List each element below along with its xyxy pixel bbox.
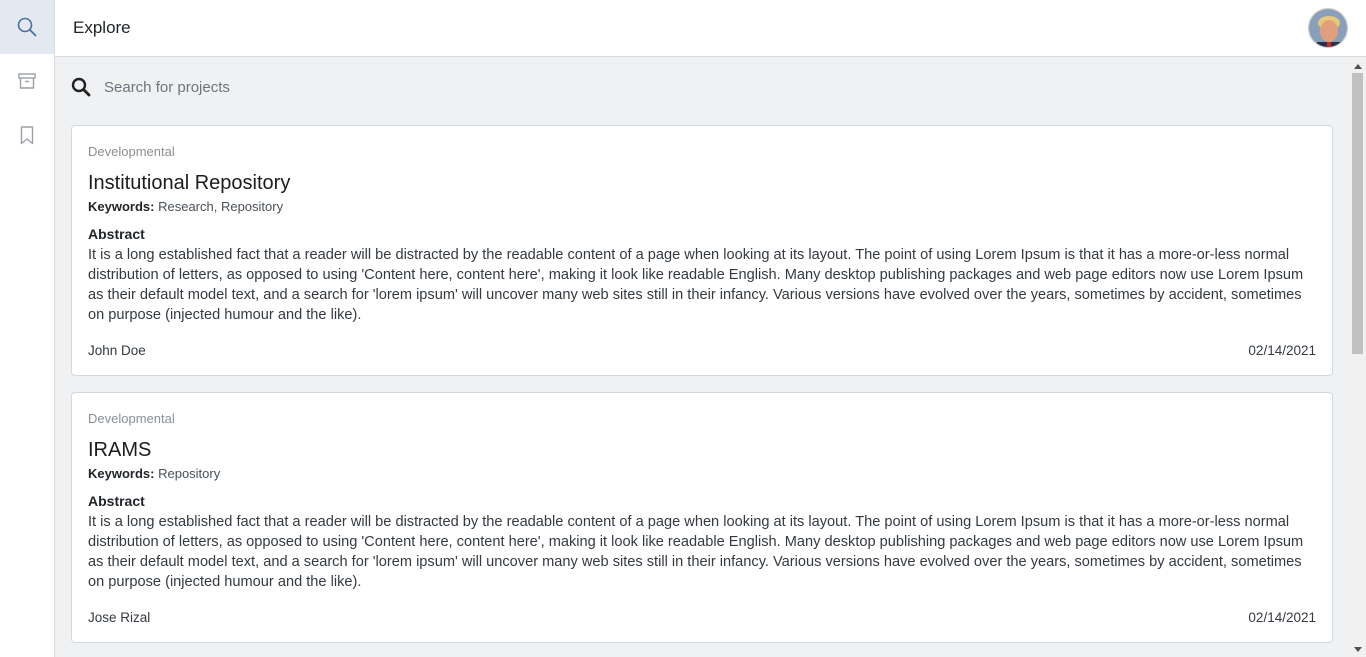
keywords-label: Keywords: bbox=[88, 466, 155, 481]
caret-up-icon bbox=[1353, 64, 1362, 69]
project-date: 02/14/2021 bbox=[1248, 343, 1316, 358]
user-avatar-icon bbox=[1309, 9, 1347, 47]
avatar[interactable] bbox=[1308, 8, 1348, 48]
project-keywords: Keywords: Research, Repository bbox=[88, 199, 283, 214]
project-category: Developmental bbox=[88, 144, 175, 159]
project-author: Jose Rizal bbox=[88, 610, 151, 625]
sidebar-item-archive[interactable] bbox=[0, 54, 54, 108]
abstract-label: Abstract bbox=[88, 226, 145, 242]
scrollbar-thumb[interactable] bbox=[1352, 73, 1363, 354]
main-content: Developmental Institutional Repository K… bbox=[55, 57, 1349, 657]
vertical-scrollbar[interactable] bbox=[1349, 57, 1366, 657]
scroll-down-arrow[interactable] bbox=[1349, 643, 1366, 657]
project-keywords: Keywords: Repository bbox=[88, 466, 220, 481]
sidebar-item-explore[interactable] bbox=[0, 0, 54, 54]
keywords-value: Repository bbox=[158, 466, 221, 481]
search-input[interactable] bbox=[104, 75, 604, 99]
search-bar bbox=[71, 75, 671, 99]
project-date: 02/14/2021 bbox=[1248, 610, 1316, 625]
sidebar bbox=[0, 0, 55, 657]
project-card[interactable]: Developmental IRAMS Keywords: Repository… bbox=[71, 392, 1333, 643]
top-bar: Explore bbox=[55, 0, 1366, 57]
keywords-value: Research, Repository bbox=[158, 199, 284, 214]
page-title: Explore bbox=[73, 18, 131, 37]
sidebar-item-bookmarks[interactable] bbox=[0, 108, 54, 162]
abstract-text: It is a long established fact that a rea… bbox=[88, 247, 1304, 323]
keywords-label: Keywords: bbox=[88, 199, 155, 214]
abstract-text: It is a long established fact that a rea… bbox=[88, 514, 1304, 590]
abstract-label: Abstract bbox=[88, 493, 145, 509]
search-icon bbox=[17, 17, 37, 37]
bookmark-icon bbox=[20, 126, 34, 145]
project-category: Developmental bbox=[88, 411, 175, 426]
project-title[interactable]: IRAMS bbox=[88, 439, 151, 462]
project-author: John Doe bbox=[88, 343, 146, 358]
archive-icon bbox=[18, 73, 36, 89]
search-icon bbox=[71, 77, 91, 97]
caret-down-icon bbox=[1353, 647, 1362, 652]
scroll-up-arrow[interactable] bbox=[1349, 59, 1366, 73]
project-title[interactable]: Institutional Repository bbox=[88, 172, 290, 195]
project-card[interactable]: Developmental Institutional Repository K… bbox=[71, 125, 1333, 376]
